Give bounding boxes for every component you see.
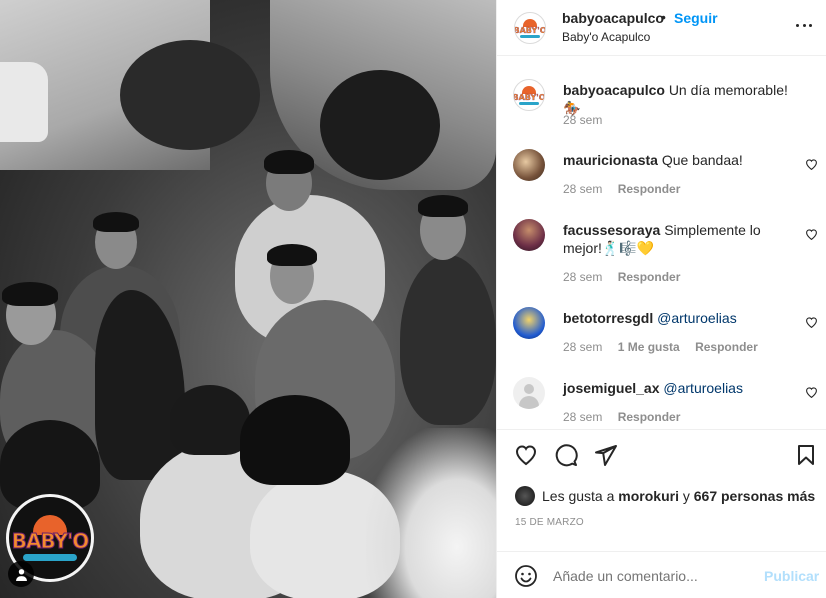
commenter-avatar[interactable] <box>513 219 545 251</box>
comment-time[interactable]: 28 sem <box>563 182 602 196</box>
separator-dot: • <box>661 9 666 25</box>
liker-avatar[interactable] <box>515 486 535 506</box>
logo-wave-icon <box>520 34 540 38</box>
like-comment-heart-icon[interactable] <box>805 228 818 241</box>
emoji-icon[interactable] <box>514 564 538 588</box>
comment-username[interactable]: josemiguel_ax <box>563 380 660 396</box>
reply-button[interactable]: Responder <box>695 340 758 354</box>
comment-time[interactable]: 28 sem <box>563 340 602 354</box>
comments-list[interactable]: BABY'O babyoacapulco Un día memorable! 🏇… <box>497 57 826 429</box>
follow-button[interactable]: Seguir <box>674 10 718 26</box>
photo-hair <box>267 244 317 266</box>
commenter-avatar[interactable] <box>513 307 545 339</box>
reply-button[interactable]: Responder <box>618 182 681 196</box>
post-side-panel: BABY'O babyoacapulco • Seguir Baby'o Aca… <box>496 0 826 598</box>
caption-username[interactable]: babyoacapulco <box>563 82 665 98</box>
comment-meta: 28 sem Responder <box>563 182 692 196</box>
photo-car <box>0 62 48 142</box>
comment-mention[interactable]: @arturoelias <box>657 310 737 326</box>
caption-time[interactable]: 28 sem <box>563 113 602 127</box>
save-bookmark-icon[interactable] <box>794 443 818 467</box>
commenter-avatar[interactable] <box>513 377 545 409</box>
comment-mention[interactable]: @arturoelias <box>663 380 743 396</box>
default-avatar-icon <box>524 384 534 394</box>
likes-count-link[interactable]: 667 personas más <box>694 488 815 504</box>
photo-hair <box>240 395 350 485</box>
comment-meta: 28 sem Responder <box>563 410 692 424</box>
comment-meta: 28 sem Responder <box>563 270 692 284</box>
photo-plant <box>320 70 440 180</box>
like-comment-heart-icon[interactable] <box>805 158 818 171</box>
comment-text: josemiguel_ax @arturoelias <box>563 379 793 397</box>
comment-icon[interactable] <box>554 443 578 467</box>
like-heart-icon[interactable] <box>514 443 538 467</box>
comment-time[interactable]: 28 sem <box>563 270 602 284</box>
author-username[interactable]: babyoacapulco <box>562 10 664 26</box>
avatar-logo-text: BABY'O <box>514 25 546 35</box>
caption-meta: 28 sem <box>563 113 614 127</box>
default-avatar-body <box>519 396 539 409</box>
publish-button[interactable]: Publicar <box>764 568 819 584</box>
like-comment-heart-icon[interactable] <box>805 386 818 399</box>
comment-body: Que bandaa! <box>661 152 743 168</box>
avatar-logo-text: BABY'O <box>513 92 545 102</box>
caption-text: babyoacapulco Un día memorable! 🏇 <box>563 81 793 117</box>
comment-composer: Publicar <box>497 551 826 598</box>
author-avatar[interactable]: BABY'O <box>514 12 546 44</box>
comment-time[interactable]: 28 sem <box>563 410 602 424</box>
post-actions: Les gusta a morokuri y 667 personas más … <box>497 429 826 598</box>
person-icon <box>15 568 27 581</box>
photo-hair <box>2 282 58 306</box>
photo-foliage <box>120 40 260 150</box>
comment-username[interactable]: betotorresgdl <box>563 310 653 326</box>
comment-text: betotorresgdl @arturoelias <box>563 309 793 327</box>
photo-hair <box>93 212 139 232</box>
comment-input[interactable] <box>553 568 743 584</box>
likes-prefix: Les gusta a <box>542 488 615 504</box>
photo-palm-leaves <box>366 428 496 598</box>
comment-text: facussesoraya Simplemente lo mejor!🕺🏻🎼💛 <box>563 221 793 257</box>
likes-summary: Les gusta a morokuri y 667 personas más <box>515 486 815 506</box>
share-send-icon[interactable] <box>594 443 618 467</box>
logo-wave-icon <box>519 101 539 105</box>
commenter-avatar[interactable] <box>513 149 545 181</box>
post-header: BABY'O babyoacapulco • Seguir Baby'o Aca… <box>497 0 826 56</box>
photo-hair <box>170 385 250 455</box>
author-avatar[interactable]: BABY'O <box>513 79 545 111</box>
comment-like-count[interactable]: 1 Me gusta <box>618 340 680 354</box>
liked-by-username[interactable]: morokuri <box>618 488 679 504</box>
logo-text: BABY'O <box>11 529 89 554</box>
post-photo[interactable]: BABY'O <box>0 0 496 598</box>
comment-username[interactable]: mauricionasta <box>563 152 658 168</box>
tagged-users-button[interactable] <box>8 561 34 587</box>
post-date[interactable]: 15 DE MARZO <box>515 517 584 528</box>
more-options-icon[interactable] <box>796 17 812 33</box>
photo-hair <box>264 150 314 174</box>
photo-hair <box>418 195 468 217</box>
comment-username[interactable]: facussesoraya <box>563 222 660 238</box>
reply-button[interactable]: Responder <box>618 410 681 424</box>
post-location[interactable]: Baby'o Acapulco <box>562 30 650 44</box>
like-comment-heart-icon[interactable] <box>805 316 818 329</box>
comment-text: mauricionasta Que bandaa! <box>563 151 793 169</box>
comment-meta: 28 sem 1 Me gusta Responder <box>563 340 770 354</box>
logo-wave-icon <box>23 554 77 561</box>
reply-button[interactable]: Responder <box>618 270 681 284</box>
likes-joiner: y <box>682 488 690 504</box>
photo-person <box>400 255 496 425</box>
